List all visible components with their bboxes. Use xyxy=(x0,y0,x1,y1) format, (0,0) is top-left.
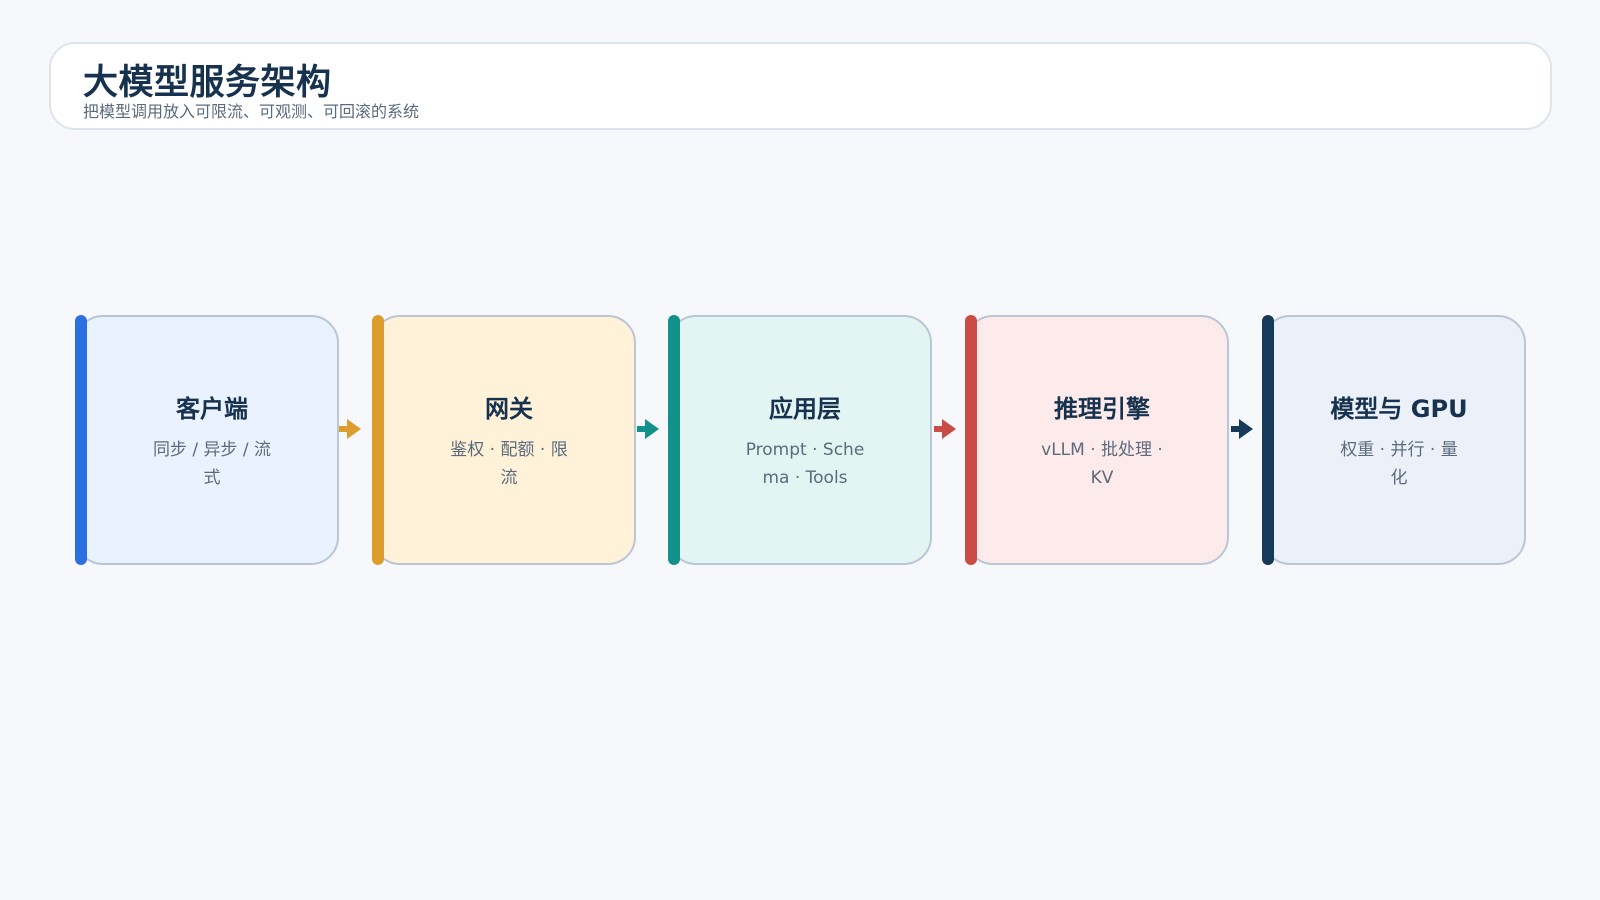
stage-accent-bar xyxy=(372,315,384,565)
stage-card-gateway: 网关 鉴权 · 配额 · 限流 xyxy=(372,315,636,565)
stage-card-application: 应用层 Prompt · Schema · Tools xyxy=(668,315,932,565)
stage-description: Prompt · Schema · Tools xyxy=(745,439,865,488)
stage-title: 应用层 xyxy=(769,394,841,423)
stage-card-client: 客户端 同步 / 异步 / 流式 xyxy=(75,315,339,565)
stage-card-inference-engine: 推理引擎 vLLM · 批处理 · KV xyxy=(965,315,1229,565)
stage-accent-bar xyxy=(75,315,87,565)
stage-description: 同步 / 异步 / 流式 xyxy=(152,439,272,488)
stage-accent-bar xyxy=(965,315,977,565)
stage-title: 推理引擎 xyxy=(1054,394,1150,423)
stage-card-model-gpu: 模型与 GPU 权重 · 并行 · 量化 xyxy=(1262,315,1526,565)
page-subtitle: 把模型调用放入可限流、可观测、可回滚的系统 xyxy=(83,102,420,121)
stage-description: 权重 · 并行 · 量化 xyxy=(1340,439,1458,488)
flow-arrow-icon xyxy=(934,419,956,439)
stage-accent-bar xyxy=(668,315,680,565)
stage-title: 网关 xyxy=(485,394,533,423)
stage-title: 客户端 xyxy=(176,394,248,423)
stage-description: vLLM · 批处理 · KV xyxy=(1041,439,1163,488)
flow-arrow-icon xyxy=(1231,419,1253,439)
architecture-flow: 客户端 同步 / 异步 / 流式 网关 鉴权 · 配额 · 限流 应用层 Pro… xyxy=(75,315,1526,565)
stage-description: 鉴权 · 配额 · 限流 xyxy=(450,439,568,488)
flow-arrow-icon xyxy=(637,419,659,439)
stage-title: 模型与 GPU xyxy=(1330,394,1468,423)
header-panel: 大模型服务架构 把模型调用放入可限流、可观测、可回滚的系统 xyxy=(49,42,1552,130)
stage-accent-bar xyxy=(1262,315,1274,565)
flow-arrow-icon xyxy=(339,419,361,439)
